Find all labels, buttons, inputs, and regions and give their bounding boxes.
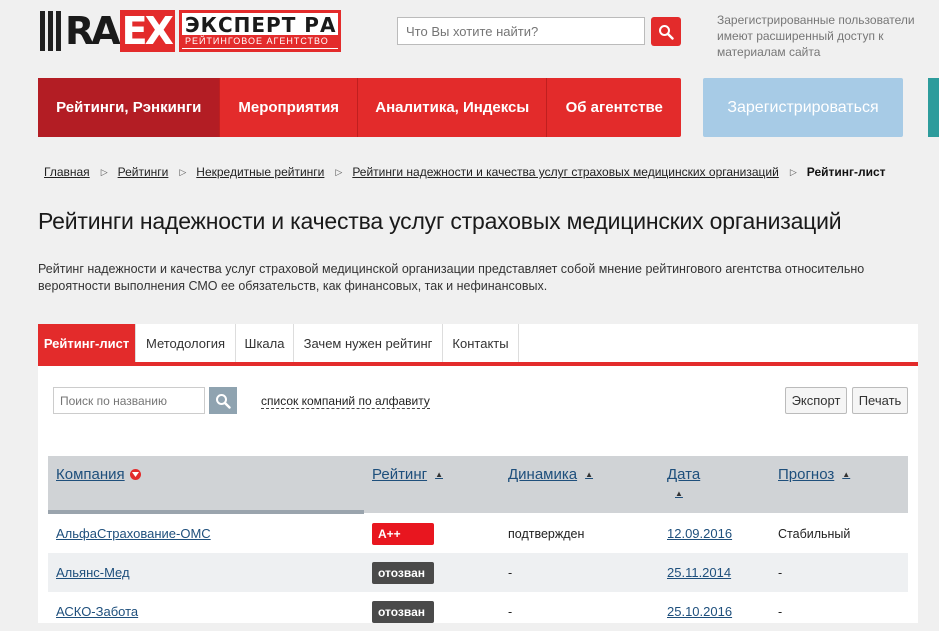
forecast-value: Стабильный <box>778 526 851 541</box>
column-forecast[interactable]: Прогноз ▲ <box>778 466 850 483</box>
registered-users-note: Зарегистрированные пользователи имеют ра… <box>717 13 915 59</box>
company-link[interactable]: АльфаСтрахование-ОМС <box>56 526 211 541</box>
tab-methodology[interactable]: Методология <box>136 324 236 362</box>
breadcrumb-home[interactable]: Главная <box>44 165 90 179</box>
chevron-right-icon: ▷ <box>335 166 343 177</box>
search-icon <box>216 393 231 409</box>
column-company[interactable]: Компания <box>56 466 141 483</box>
company-search-button[interactable] <box>209 387 237 414</box>
tab-contacts[interactable]: Контакты <box>443 324 519 362</box>
column-forecast-label: Прогноз <box>778 466 835 483</box>
company-search-input[interactable] <box>53 387 205 414</box>
logo-ex-text: EX <box>119 10 175 52</box>
chevron-right-icon: ▷ <box>789 166 797 177</box>
logo-expert-ra-title: ЭКСПЕРТ РА <box>184 12 337 37</box>
page-title: Рейтинги надежности и качества услуг стр… <box>38 208 842 234</box>
date-link[interactable]: 12.09.2016 <box>667 526 732 541</box>
chevron-right-icon: ▷ <box>179 166 187 177</box>
tab-bar: Рейтинг-лист Методология Шкала Зачем нуж… <box>38 324 918 366</box>
logo-ra-text: RA <box>65 9 121 53</box>
forecast-value: - <box>778 604 783 619</box>
breadcrumb-current: Рейтинг-лист <box>806 165 886 179</box>
nav-item-events[interactable]: Мероприятия <box>220 78 359 137</box>
tab-scale[interactable]: Шкала <box>236 324 294 362</box>
rating-badge: A++ <box>372 522 434 545</box>
table-header: Компания Рейтинг ▲ Динамика ▲ Дата ▲ Про… <box>48 456 908 513</box>
site-search-button[interactable] <box>651 17 681 46</box>
sort-desc-icon <box>129 469 141 480</box>
breadcrumb-noncredit[interactable]: Некредитные рейтинги <box>196 165 324 179</box>
column-rating-label: Рейтинг <box>372 466 428 483</box>
rating-badge: отозван <box>372 561 434 584</box>
alphabetical-list-link[interactable]: список компаний по алфавиту <box>261 394 430 409</box>
breadcrumb-smo-ratings[interactable]: Рейтинги надежности и качества услуг стр… <box>352 165 779 179</box>
dynamics-value: - <box>508 565 513 580</box>
sort-asc-icon: ▲ <box>842 470 851 479</box>
sort-asc-icon: ▲ <box>675 489 683 498</box>
column-dynamics-label: Динамика <box>508 466 578 483</box>
date-link[interactable]: 25.10.2016 <box>667 604 732 619</box>
table-row: Альянс-Мед отозван - 25.11.2014 - <box>48 553 908 592</box>
company-link[interactable]: АСКО-Забота <box>56 604 138 619</box>
forecast-value: - <box>778 565 783 580</box>
sort-asc-icon: ▲ <box>435 470 443 479</box>
company-link[interactable]: Альянс-Мед <box>56 565 130 580</box>
side-banner-strip <box>928 78 939 137</box>
nav-item-about[interactable]: Об агентстве <box>547 78 681 137</box>
logo-expert-ra: ЭКСПЕРТ РА РЕЙТИНГОВОЕ АГЕНТСТВО <box>178 10 341 52</box>
page-description: Рейтинг надежности и качества услуг стра… <box>38 262 865 293</box>
export-button[interactable]: Экспорт <box>785 387 847 414</box>
register-button[interactable]: Зарегистрироваться <box>703 78 903 137</box>
nav-item-analytics[interactable]: Аналитика, Индексы <box>358 78 548 137</box>
nav-item-ratings[interactable]: Рейтинги, Рэнкинги <box>38 78 221 137</box>
column-date[interactable]: Дата ▲ <box>667 466 700 498</box>
column-company-label: Компания <box>56 466 125 483</box>
sort-asc-icon: ▲ <box>585 470 594 479</box>
rating-badge: отозван <box>372 600 434 623</box>
page: RA EX ЭКСПЕРТ РА РЕЙТИНГОВОЕ АГЕНТСТВО З… <box>0 0 939 623</box>
date-link[interactable]: 25.11.2014 <box>667 565 731 580</box>
column-rating[interactable]: Рейтинг ▲ <box>372 466 443 483</box>
print-button[interactable]: Печать <box>852 387 908 414</box>
column-dynamics[interactable]: Динамика ▲ <box>508 466 593 483</box>
chevron-right-icon: ▷ <box>100 166 108 177</box>
dynamics-value: - <box>508 604 513 619</box>
search-icon <box>659 24 674 40</box>
dynamics-value: подтвержден <box>508 526 585 541</box>
table-row: АльфаСтрахование-ОМС A++ подтвержден 12.… <box>48 514 908 553</box>
column-date-label: Дата <box>667 466 701 483</box>
main-nav: Рейтинги, Рэнкинги Мероприятия Аналитика… <box>38 78 681 137</box>
logo-bars-icon <box>40 11 61 51</box>
breadcrumb: Главная ▷ Рейтинги ▷ Некредитные рейтинг… <box>44 165 886 179</box>
logo-expert-ra-subtitle: РЕЙТИНГОВОЕ АГЕНТСТВО <box>181 34 338 48</box>
tab-rating-list[interactable]: Рейтинг-лист <box>38 324 136 362</box>
breadcrumb-ratings[interactable]: Рейтинги <box>118 165 169 179</box>
tab-why-rating[interactable]: Зачем нужен рейтинг <box>294 324 443 362</box>
raex-logo[interactable]: RA EX ЭКСПЕРТ РА РЕЙТИНГОВОЕ АГЕНТСТВО <box>40 10 341 52</box>
table-row: АСКО-Забота отозван - 25.10.2016 - <box>48 592 908 631</box>
site-search-input[interactable] <box>397 17 645 45</box>
